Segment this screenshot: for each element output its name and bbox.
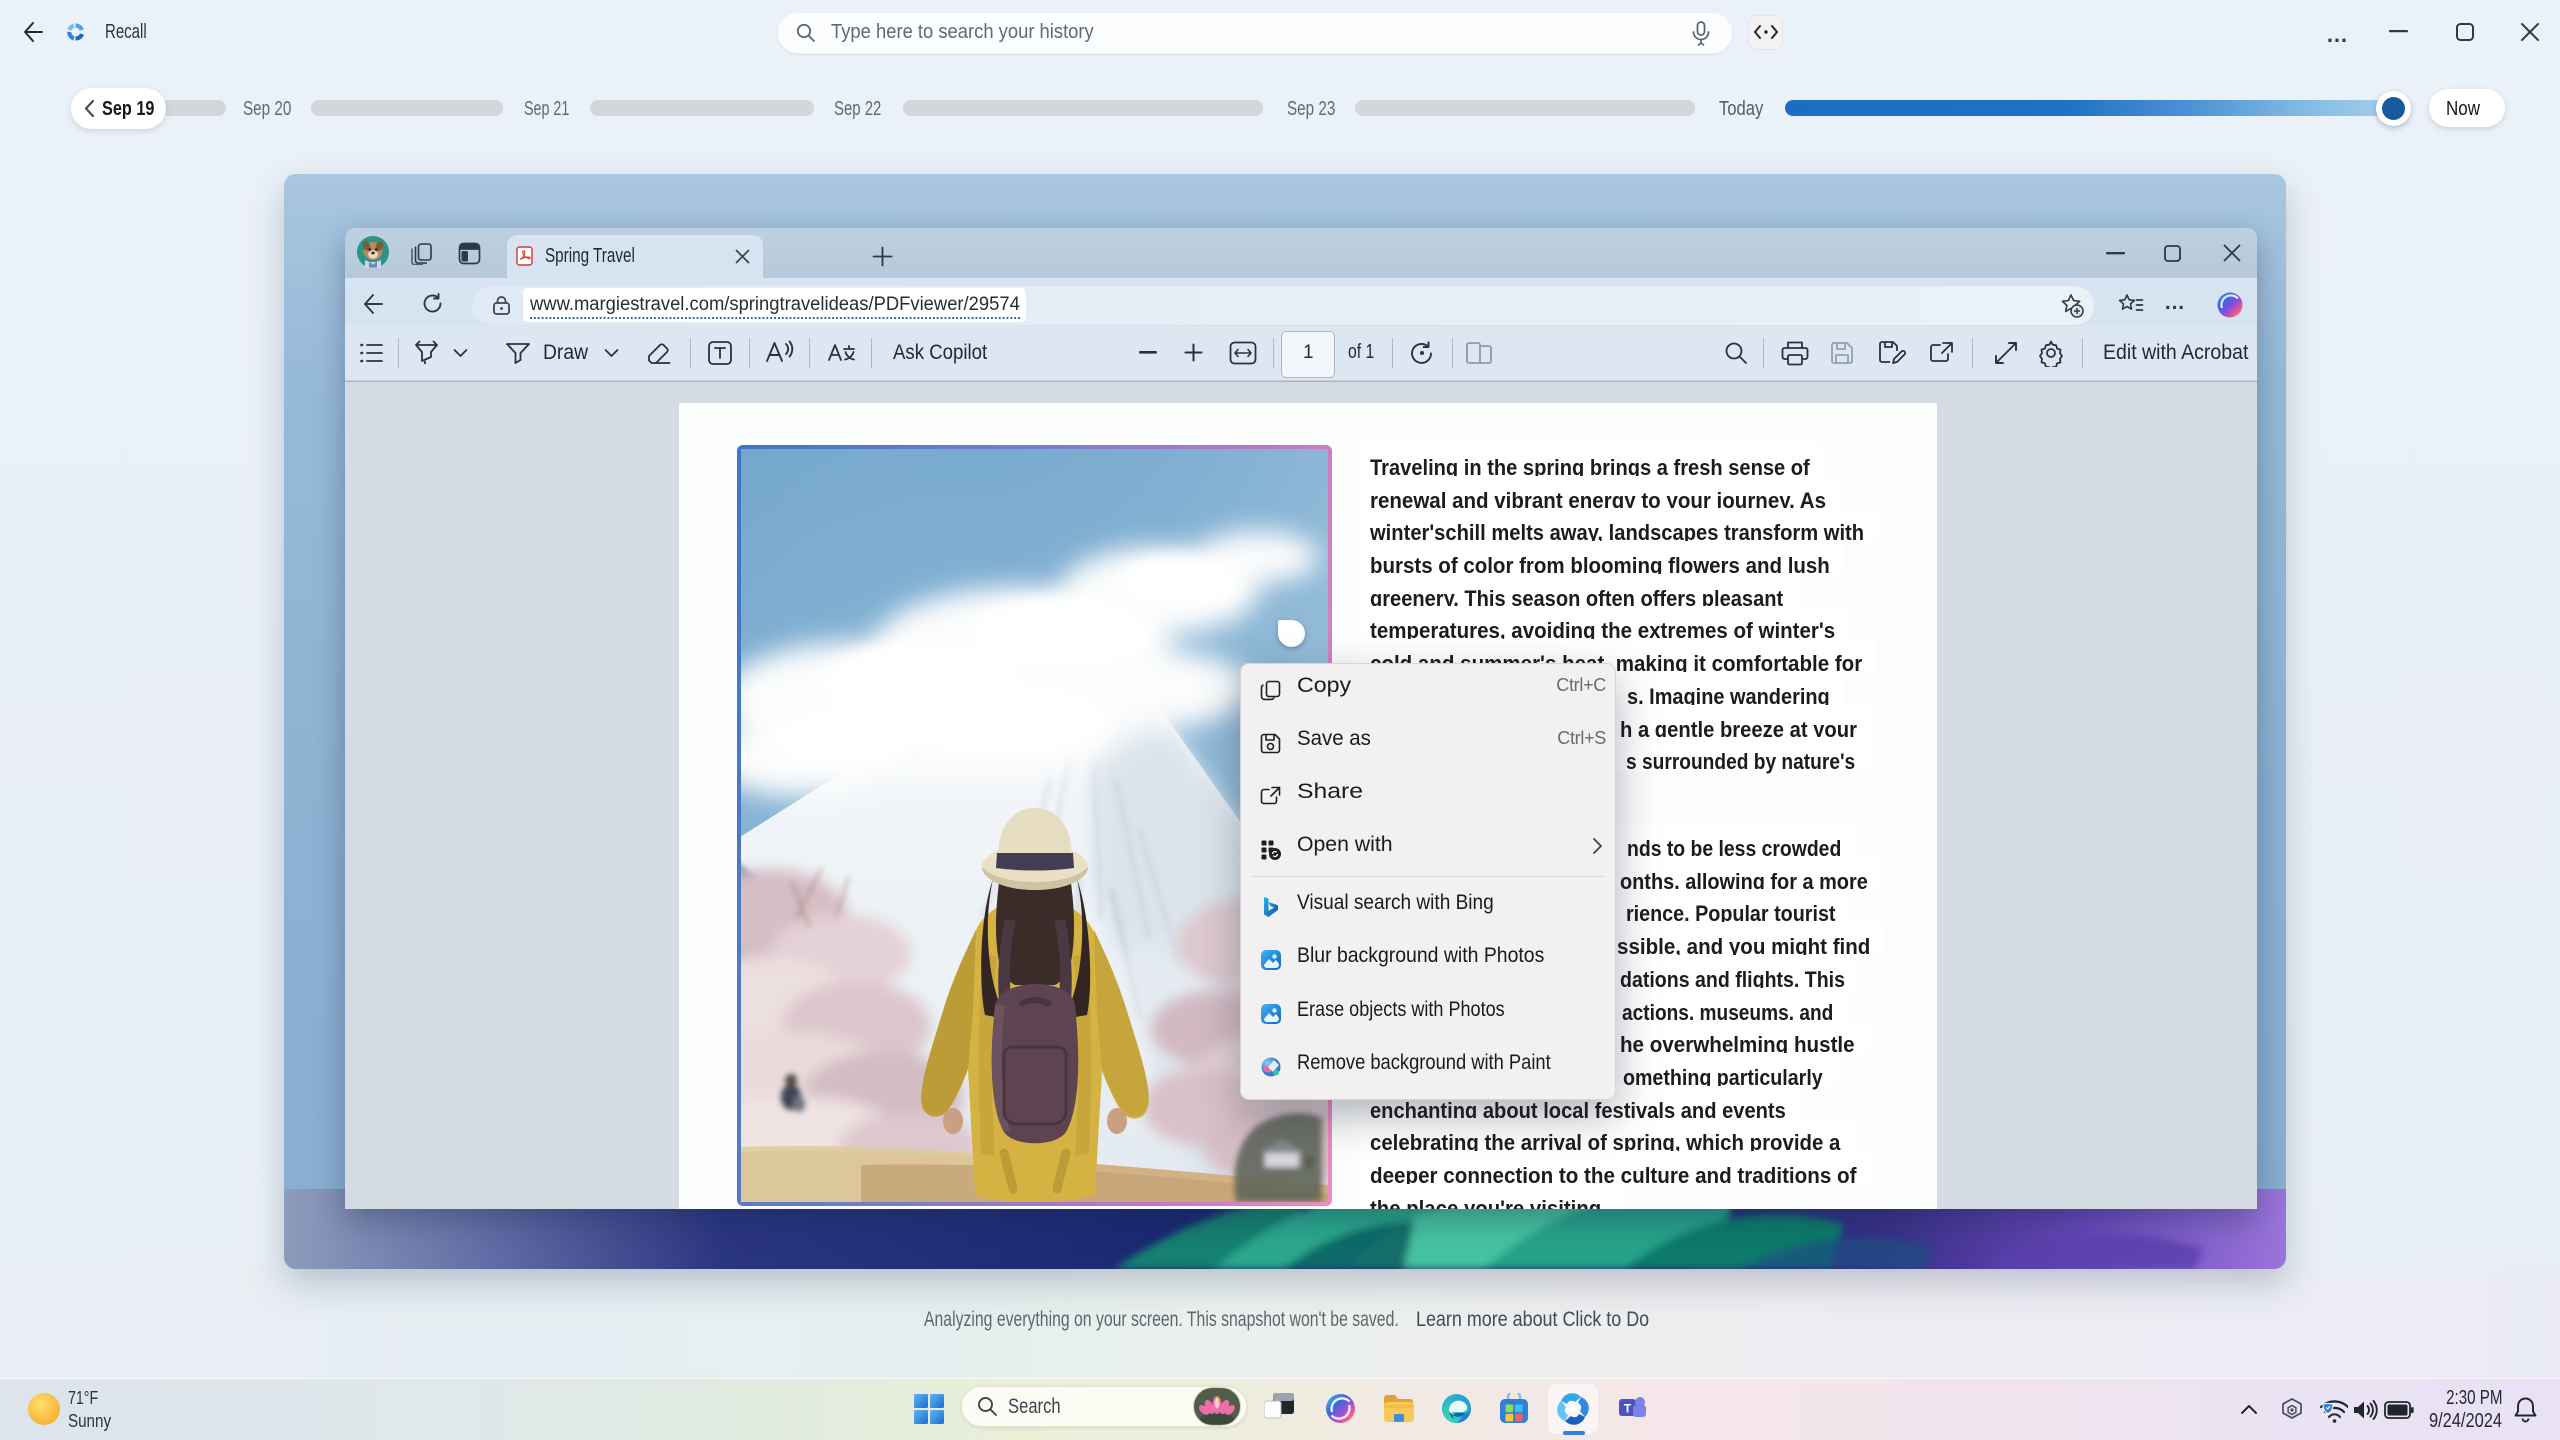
svg-text:T: T <box>1624 1402 1632 1416</box>
